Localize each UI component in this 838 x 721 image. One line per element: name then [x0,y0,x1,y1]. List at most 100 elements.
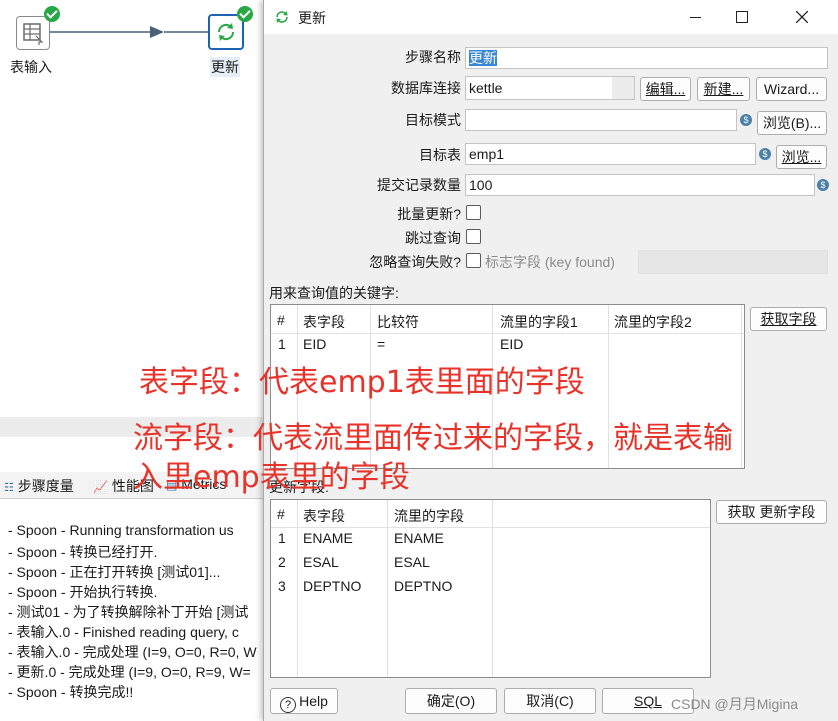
refresh-icon [276,11,288,23]
column-header: 表字段 [303,508,345,524]
log-line: - 测试01 - 为了转换解除补丁开始 [测试 [8,604,249,620]
column-header: # [277,312,285,328]
get-update-fields-button[interactable]: 获取 更新字段 [716,500,827,524]
maximize-button[interactable] [718,0,764,34]
hop-arrow[interactable] [50,24,210,40]
column-header: 流里的字段1 [500,314,578,330]
table-field-cell[interactable]: EID [303,336,326,352]
target-table-field[interactable]: emp1 [465,143,756,165]
table-field-cell[interactable]: DEPTNO [303,578,361,594]
step-name-field[interactable]: 更新 [465,47,828,69]
update-fields-table[interactable]: # 表字段 流里的字段 1 ENAME ENAME 2 ESAL ESAL 3 … [270,499,711,678]
target-table-label: 目标表 [419,147,461,163]
refresh-icon [217,23,235,41]
log-line: - Spoon - 正在打开转换 [测试01]... [8,564,221,580]
log-line: - Spoon - 转换已经打开. [8,544,158,560]
help-icon: ? [280,697,297,713]
browse-schema-button[interactable]: 浏览(B)... [757,111,827,135]
db-connection-value: kettle [469,80,503,96]
cancel-button[interactable]: 取消(C) [504,688,596,714]
flag-field-label: 标志字段 (key found) [485,254,615,270]
edit-connection-button[interactable]: 编辑... [640,77,691,101]
step-name-value: 更新 [469,50,497,66]
sql-label: SQL [633,693,662,709]
annotation-line-2: 流字段：代表流里面传过来的字段，就是表输 [133,421,733,456]
dropdown-arrow-area [612,77,634,99]
skip-lookup-checkbox[interactable] [466,229,481,244]
column-header: 比较符 [377,314,419,330]
table-row[interactable]: 2 ESAL ESAL [271,551,710,575]
minimize-icon [690,17,701,18]
db-connection-label: 数据库连接 [391,80,461,96]
comparator-cell[interactable]: = [377,336,385,352]
wizard-button[interactable]: Wizard... [756,77,827,101]
variable-dollar-icon: $ [759,148,771,160]
column-header: 流里的字段2 [614,314,692,330]
log-line: - 更新.0 - 完成处理 (I=9, O=0, R=9, W= [8,664,251,680]
dialog-titlebar[interactable]: 更新 [264,0,838,34]
chart-icon: 📈 [93,480,108,494]
browse-table-label: 浏览... [781,149,822,165]
row-number: 2 [278,554,286,570]
flag-field-input[interactable] [638,250,828,274]
annotation-line-1: 表字段：代表emp1表里面的字段 [139,365,585,400]
log-line: - 表输入.0 - Finished reading query, c [8,624,239,640]
ignore-lookup-failure-checkbox[interactable] [466,253,481,268]
column-header: 表字段 [303,314,345,330]
step-label-table-input: 表输入 [10,59,52,75]
log-line: - Spoon - 开始执行转换. [8,584,158,600]
batch-update-checkbox[interactable] [466,205,481,220]
ok-button[interactable]: 确定(O) [405,688,497,714]
table-row[interactable]: 1 ENAME ENAME [271,527,710,551]
dialog-title: 更新 [298,10,326,26]
log-line: - Spoon - 转换完成!! [8,684,134,700]
get-fields-label: 获取字段 [760,311,817,327]
new-connection-label: 新建... [703,81,744,97]
list-numbered-icon: ☷ [4,482,14,494]
stream-field-cell[interactable]: ENAME [394,530,444,546]
step-name-label: 步骤名称 [405,49,461,65]
stream-field-cell[interactable]: DEPTNO [394,578,452,594]
get-fields-button[interactable]: 获取字段 [750,307,827,331]
help-button[interactable]: ? Help [270,688,338,714]
commit-size-label: 提交记录数量 [377,177,461,193]
target-schema-field[interactable] [465,109,737,131]
success-check-icon [44,6,60,22]
step-node-table-input[interactable] [16,16,50,50]
row-number: 1 [278,336,286,352]
browse-table-button[interactable]: 浏览... [776,145,827,169]
success-check-icon [237,6,253,22]
batch-update-label: 批量更新? [397,206,461,222]
log-line: - Spoon - Running transformation us [8,522,234,538]
variable-dollar-icon: $ [740,114,752,126]
commit-size-field[interactable]: 100 [465,174,815,196]
row-number: 1 [278,530,286,546]
close-icon [796,11,808,23]
maximize-icon [736,11,748,23]
tab-step-metrics-label: 步骤度量 [17,478,74,494]
watermark: CSDN @月月Migina [671,696,799,712]
column-header: # [277,506,285,522]
annotation-line-3: 入里emp表里的字段 [133,460,410,495]
skip-lookup-label: 跳过查询 [405,230,461,246]
log-line: - 表输入.0 - 完成处理 (I=9, O=0, R=0, W [8,644,257,660]
column-header: 流里的字段 [394,508,464,524]
table-row[interactable]: 1 EID = EID [271,333,744,357]
variable-dollar-icon: $ [817,179,829,191]
ignore-lookup-failure-label: 忽略查询失败? [369,254,461,270]
db-connection-select[interactable]: kettle [465,76,635,100]
help-label: Help [299,693,328,709]
table-field-cell[interactable]: ENAME [303,530,353,546]
new-connection-button[interactable]: 新建... [697,77,750,101]
target-schema-label: 目标模式 [405,112,461,128]
minimize-button[interactable] [672,0,718,34]
close-button[interactable] [778,0,824,34]
tab-step-metrics[interactable]: ☷ 步骤度量 [4,476,74,496]
stream-field-cell[interactable]: ESAL [394,554,430,570]
table-field-cell[interactable]: ESAL [303,554,339,570]
table-input-icon [23,23,44,45]
key-section-label: 用来查询值的关键字: [269,285,399,301]
stream-field1-cell[interactable]: EID [500,336,523,352]
row-number: 3 [278,578,286,594]
table-row[interactable]: 3 DEPTNO DEPTNO [271,575,710,599]
